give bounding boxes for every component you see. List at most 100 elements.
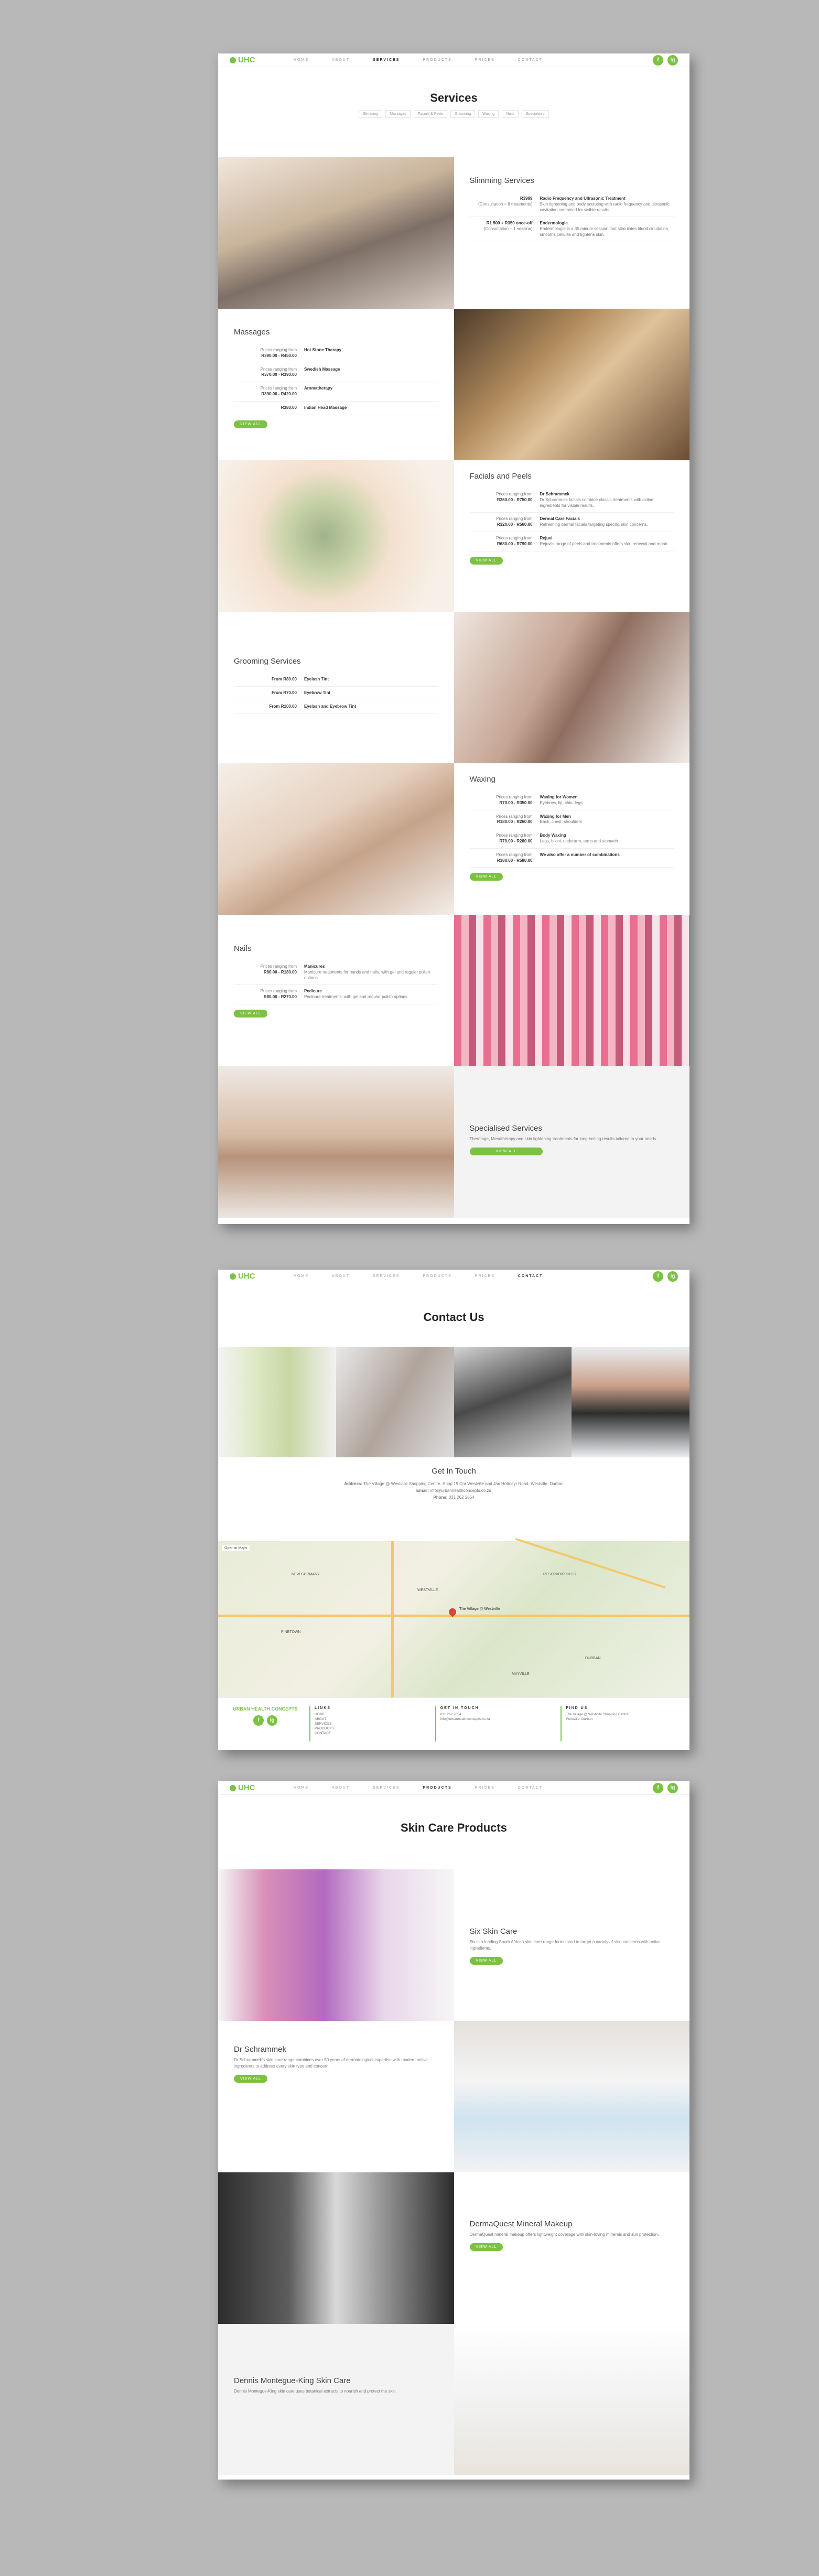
- open-in-maps-link[interactable]: Open in Maps: [222, 1545, 250, 1551]
- specialised-desc: Thermage, Mesotherapy and skin tightenin…: [469, 1137, 658, 1141]
- nav-link-contact[interactable]: CONTACT: [518, 1786, 543, 1790]
- email-link[interactable]: info@urbanhealthconcepts.co.za: [430, 1488, 491, 1493]
- facebook-icon[interactable]: f: [653, 1271, 663, 1282]
- nav-link-contact[interactable]: CONTACT: [518, 58, 543, 62]
- service-desc: Pedicure treatments, with gel and regula…: [304, 994, 409, 1000]
- subnav-massages[interactable]: Massages: [385, 110, 411, 118]
- get-in-touch: Get In Touch Address: The Village @ West…: [218, 1457, 689, 1541]
- nav-link-services[interactable]: SERVICES: [373, 58, 400, 62]
- facebook-icon[interactable]: f: [653, 1782, 663, 1793]
- nav-link-services[interactable]: SERVICES: [373, 1274, 400, 1278]
- grooming-section: Grooming Services From R80.00 Eyelash Tin…: [218, 612, 689, 763]
- massages-section: Massages Prices ranging from R390.00 - R4…: [218, 309, 689, 460]
- service-name: Indian Head Massage: [304, 405, 347, 410]
- massages-title: Massages: [234, 328, 270, 337]
- logo-mark-icon: [230, 1273, 236, 1280]
- facebook-icon[interactable]: f: [653, 55, 663, 66]
- footer-link-home[interactable]: HOME: [315, 1712, 428, 1717]
- page-title: Skin Care Products: [401, 1821, 507, 1834]
- subnav-slimming[interactable]: Slimming: [359, 110, 383, 118]
- nav-link-contact[interactable]: CONTACT: [518, 1274, 543, 1278]
- footer-link-products[interactable]: PRODUCTS: [315, 1726, 428, 1731]
- price-note: Prices ranging from: [496, 852, 533, 857]
- price-row: R3999 (Consultation + 8 treatments) Radio…: [469, 192, 674, 218]
- phone-link[interactable]: 031 262 2854: [449, 1495, 475, 1500]
- price-note: Prices ranging from: [260, 964, 297, 969]
- instagram-icon[interactable]: ig: [667, 1271, 678, 1282]
- price-row: Prices ranging from R70.00 - R280.00 Body …: [469, 829, 674, 849]
- instagram-icon[interactable]: ig: [667, 1782, 678, 1793]
- logo[interactable]: UHC: [230, 1783, 280, 1792]
- nav-link-services[interactable]: SERVICES: [373, 1786, 400, 1790]
- price-note: Prices ranging from: [496, 814, 533, 819]
- facials-view-all-button[interactable]: VIEW ALL: [469, 556, 503, 565]
- nav-link-products[interactable]: PRODUCTS: [423, 1274, 451, 1278]
- service-desc: Dr Schrammek facials combine classic tre…: [540, 497, 654, 508]
- footer-email[interactable]: info@urbanhealthconcepts.co.za: [440, 1717, 554, 1722]
- footer-logo-text: URBAN HEALTH CONCEPTS: [233, 1706, 298, 1712]
- instagram-icon[interactable]: ig: [667, 55, 678, 66]
- nav-link-about[interactable]: ABOUT: [332, 1786, 350, 1790]
- facebook-icon[interactable]: f: [253, 1715, 264, 1726]
- price-row: Prices ranging from R390.00 - R420.00 Arom…: [234, 382, 438, 402]
- nav-link-home[interactable]: HOME: [294, 58, 309, 62]
- nav-link-about[interactable]: ABOUT: [332, 58, 350, 62]
- logo-text: UHC: [238, 56, 255, 64]
- nav-link-home[interactable]: HOME: [294, 1786, 309, 1790]
- price-note: Prices ranging from: [496, 492, 533, 496]
- service-desc: Eyebrow, lip, chin, legs: [540, 800, 583, 805]
- footer-logo[interactable]: URBAN HEALTH CONCEPTS f ig: [229, 1706, 302, 1741]
- specialised-section: Specialised Services Thermage, Mesothera…: [218, 1066, 689, 1218]
- price-note: Prices ranging from: [260, 989, 297, 994]
- nav-link-products[interactable]: PRODUCTS: [423, 1786, 451, 1790]
- massages-view-all-button[interactable]: VIEW ALL: [234, 420, 267, 428]
- specialised-view-all-button[interactable]: VIEW ALL: [469, 1148, 543, 1155]
- nav-link-prices[interactable]: PRICES: [475, 1786, 495, 1790]
- nav-link-home[interactable]: HOME: [294, 1274, 309, 1278]
- body-photo: [218, 1066, 454, 1218]
- dermaquest-view-all-button[interactable]: VIEW ALL: [469, 2243, 503, 2251]
- six-desc: Six is a leading South African skin care…: [469, 1940, 661, 1951]
- logo[interactable]: UHC: [230, 56, 280, 64]
- price: From R70.00: [271, 690, 297, 695]
- footer-find-us: FIND US The Village @ Westville Shopping…: [561, 1706, 679, 1741]
- instagram-icon[interactable]: ig: [267, 1715, 277, 1726]
- logo[interactable]: UHC: [230, 1272, 280, 1281]
- nav-link-prices[interactable]: PRICES: [475, 58, 495, 62]
- slimming-section: Slimming Services R3999 (Consultation + 8…: [218, 157, 689, 309]
- six-view-all-button[interactable]: VIEW ALL: [469, 1957, 503, 1965]
- service-name: Swedish Massage: [304, 366, 340, 372]
- map-place-label: WESTVILLE: [417, 1588, 438, 1592]
- service-desc: Legs, bikini, underarm, arms and stomach: [540, 838, 618, 843]
- service-name: Eyebrow Tint: [304, 690, 331, 695]
- footer-phone[interactable]: 031 262 2854: [440, 1712, 554, 1717]
- subnav-grooming[interactable]: Grooming: [450, 110, 476, 118]
- subnav-waxing[interactable]: Waxing: [478, 110, 499, 118]
- logo-text: UHC: [238, 1272, 255, 1281]
- subnav-nails[interactable]: Nails: [502, 110, 519, 118]
- price-note: Prices ranging from: [496, 833, 533, 838]
- top-nav: UHC HOME ABOUT SERVICES PRODUCTS PRICES …: [218, 1781, 689, 1795]
- price-row: From R80.00 Eyelash Tint: [234, 673, 438, 687]
- subnav-facials[interactable]: Facials & Peels: [414, 110, 448, 118]
- price: R360.00 - R750.00: [497, 497, 533, 502]
- location-map[interactable]: The Village @ Westville Open in Maps WES…: [218, 1538, 689, 1697]
- nav-link-about[interactable]: ABOUT: [332, 1274, 350, 1278]
- schrammek-view-all-button[interactable]: VIEW ALL: [234, 2075, 267, 2083]
- map-place-label: MAYVILLE: [512, 1672, 530, 1676]
- service-name: Manicures: [304, 964, 325, 969]
- nav-link-prices[interactable]: PRICES: [475, 1274, 495, 1278]
- footer-link-about[interactable]: ABOUT: [315, 1717, 428, 1722]
- waxing-view-all-button[interactable]: VIEW ALL: [469, 873, 503, 881]
- schrammek-section: Dr Schrammek Dr Schrammek's skin care ra…: [218, 2021, 689, 2172]
- services-header: Services Slimming Massages Facials & Pee…: [218, 91, 689, 118]
- subnav-specialised[interactable]: Specialised: [521, 110, 549, 118]
- service-desc: Back, chest, shoulders: [540, 819, 582, 825]
- nav-link-products[interactable]: PRODUCTS: [423, 58, 451, 62]
- nails-view-all-button[interactable]: VIEW ALL: [234, 1009, 267, 1018]
- footer-link-contact[interactable]: CONTACT: [315, 1731, 428, 1736]
- price: R3999: [520, 196, 533, 201]
- waxing-photo: [218, 763, 454, 915]
- footer-link-services[interactable]: SERVICES: [315, 1722, 428, 1726]
- grooming-title: Grooming Services: [234, 657, 301, 666]
